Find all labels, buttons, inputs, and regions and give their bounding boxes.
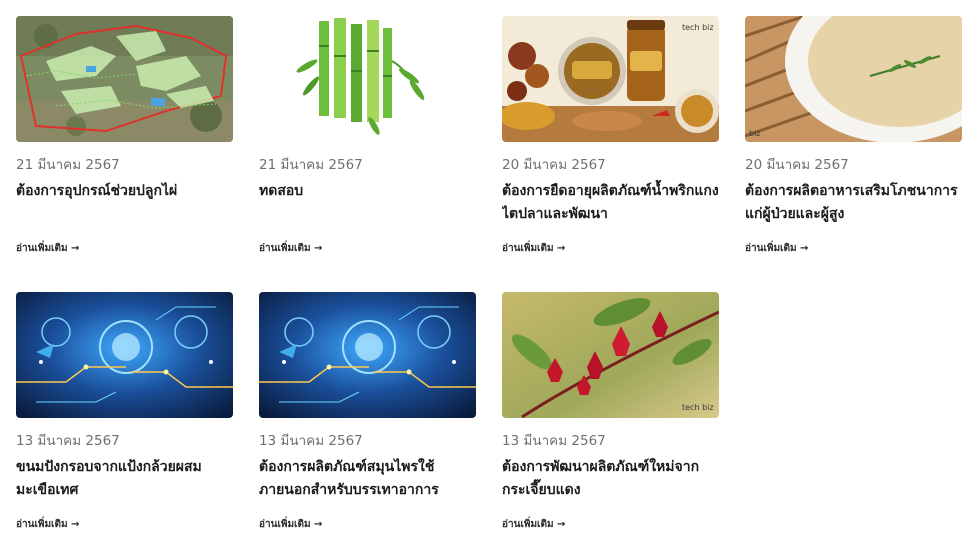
post-image-farm-map[interactable] (16, 16, 233, 142)
svg-text:tech biz: tech biz (682, 23, 714, 32)
read-more-link[interactable]: อ่านเพิ่มเติม → (259, 517, 322, 532)
read-more-link[interactable]: อ่านเพิ่มเติม → (259, 241, 322, 256)
post-title[interactable]: ขนมปังกรอบจากแป้งกล้วยผสมมะเขือเทศ (16, 456, 233, 502)
post-title[interactable]: ต้องการยืดอายุผลิตภัณฑ์น้ำพริกแกงไตปลาแล… (502, 180, 719, 226)
post-image-bamboo[interactable] (259, 16, 476, 142)
post-grid: 21 มีนาคม 2567 ต้องการอุปกรณ์ช่วยปลูกไผ่… (0, 0, 973, 534)
post-date: 20 มีนาคม 2567 (745, 157, 849, 173)
post-date: 13 มีนาคม 2567 (259, 433, 363, 449)
post-card[interactable]: 13 มีนาคม 2567 ต้องการผลิตภัณฑ์สมุนไพรใช… (259, 292, 476, 530)
read-more-link[interactable]: อ่านเพิ่มเติม → (502, 517, 565, 532)
post-date: 20 มีนาคม 2567 (502, 157, 606, 173)
post-title[interactable]: ต้องการอุปกรณ์ช่วยปลูกไผ่ (16, 180, 233, 226)
svg-text:biz: biz (749, 129, 761, 138)
post-title[interactable]: ทดสอบ (259, 180, 476, 226)
post-card[interactable]: tech biz 20 มีนาคม 2567 ต้องการยืดอายุผล… (502, 16, 719, 254)
post-image-tech-circuit[interactable] (259, 292, 476, 418)
post-date: 21 มีนาคม 2567 (259, 157, 363, 173)
read-more-link[interactable]: อ่านเพิ่มเติม → (16, 241, 79, 256)
post-image-soup[interactable]: biz (745, 16, 962, 142)
post-card[interactable]: biz 20 มีนาคม 2567 ต้องการผลิตอาหารเสริม… (745, 16, 962, 254)
read-more-link[interactable]: อ่านเพิ่มเติม → (502, 241, 565, 256)
post-card[interactable]: 13 มีนาคม 2567 ขนมปังกรอบจากแป้งกล้วยผสม… (16, 292, 233, 530)
post-date: 13 มีนาคม 2567 (16, 433, 120, 449)
post-card[interactable]: 21 มีนาคม 2567 ต้องการอุปกรณ์ช่วยปลูกไผ่… (16, 16, 233, 254)
read-more-link[interactable]: อ่านเพิ่มเติม → (16, 517, 79, 532)
post-title[interactable]: ต้องการผลิตภัณฑ์สมุนไพรใช้ภายนอกสำหรับบร… (259, 456, 476, 502)
post-image-chili-paste[interactable]: tech biz (502, 16, 719, 142)
post-card[interactable]: 21 มีนาคม 2567 ทดสอบ อ่านเพิ่มเติม → (259, 16, 476, 254)
post-title[interactable]: ต้องการพัฒนาผลิตภัณฑ์ใหม่จากกระเจี๊ยบแดง (502, 456, 719, 502)
post-card[interactable]: tech biz 13 มีนาคม 2567 ต้องการพัฒนาผลิต… (502, 292, 719, 530)
post-date: 21 มีนาคม 2567 (16, 157, 120, 173)
svg-text:tech biz: tech biz (682, 403, 714, 412)
post-image-tech-circuit[interactable] (16, 292, 233, 418)
post-image-roselle[interactable]: tech biz (502, 292, 719, 418)
read-more-link[interactable]: อ่านเพิ่มเติม → (745, 241, 808, 256)
post-title[interactable]: ต้องการผลิตอาหารเสริมโภชนาการแก่ผู้ป่วยแ… (745, 180, 962, 226)
post-date: 13 มีนาคม 2567 (502, 433, 606, 449)
